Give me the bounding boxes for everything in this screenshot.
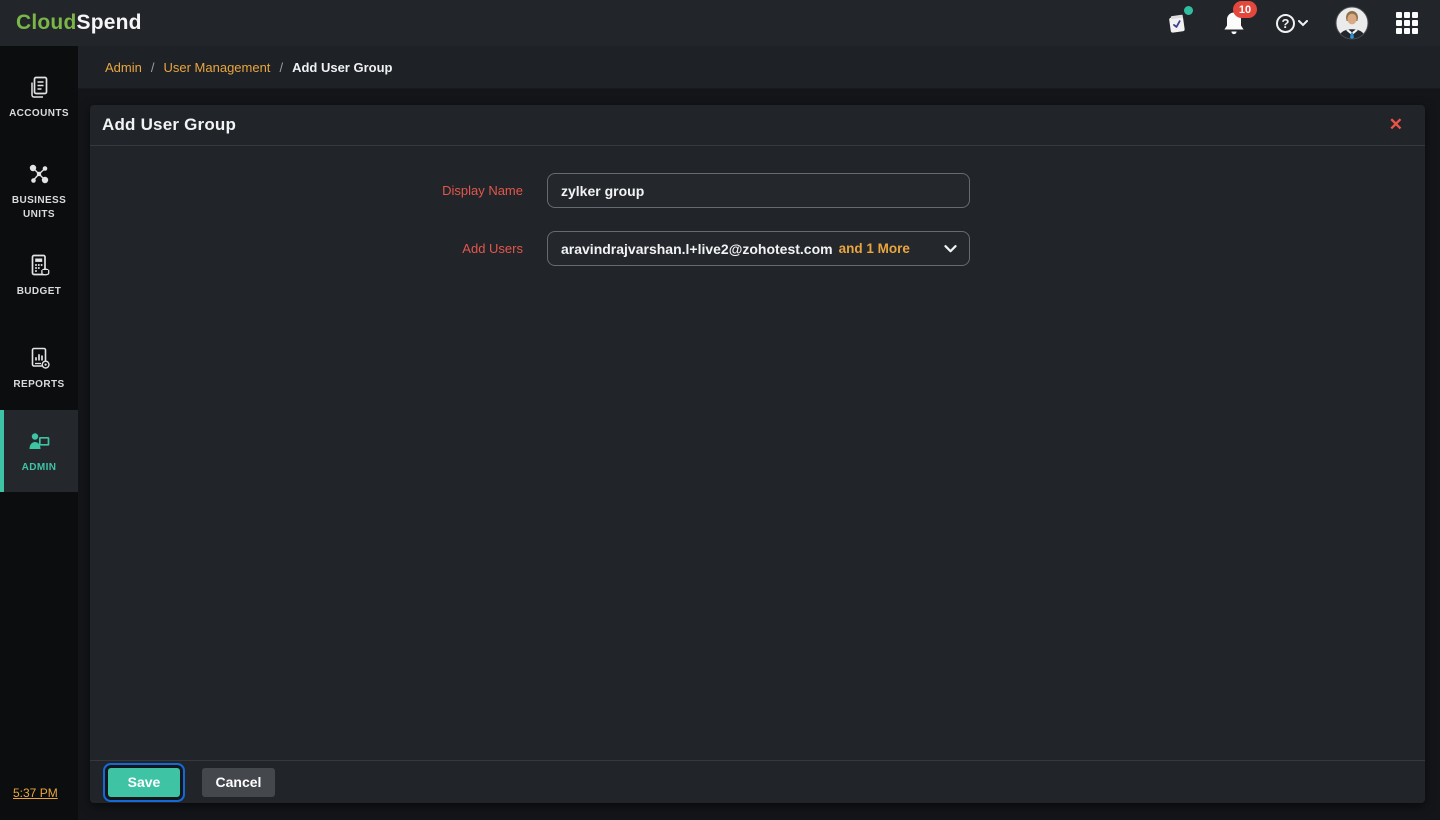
breadcrumb-separator: /	[279, 60, 283, 75]
add-users-row: Add Users aravindrajvarshan.l+live2@zoho…	[90, 231, 1425, 266]
sidebar-item-reports[interactable]: REPORTS	[0, 339, 78, 398]
help-button[interactable]: ?	[1276, 8, 1308, 38]
add-users-label: Add Users	[90, 241, 523, 256]
add-user-group-form: Display Name Add Users aravindrajvarshan…	[90, 146, 1425, 266]
display-name-input[interactable]	[547, 173, 970, 208]
sidebar-item-admin[interactable]: ADMIN	[0, 410, 78, 492]
accounts-icon	[26, 74, 52, 100]
user-avatar-image	[1335, 6, 1369, 40]
panel-title: Add User Group	[102, 115, 236, 135]
breadcrumb: Admin / User Management / Add User Group	[78, 46, 1440, 89]
sidebar-item-label: ADMIN	[22, 461, 57, 475]
logo-part-cloud: Cloud	[16, 11, 76, 34]
sidebar: ACCOUNTS BUSINESS UNITS BUDGET	[0, 46, 78, 820]
notification-badge: 10	[1233, 1, 1257, 18]
timestamp-link[interactable]: 5:37 PM	[13, 786, 58, 800]
add-users-value: aravindrajvarshan.l+live2@zohotest.com	[561, 241, 833, 257]
notifications-button[interactable]: 10	[1219, 8, 1249, 38]
topbar-actions: 10 ?	[1162, 6, 1418, 40]
reports-icon	[26, 345, 52, 371]
add-users-select[interactable]: aravindrajvarshan.l+live2@zohotest.com a…	[547, 231, 970, 266]
breadcrumb-separator: /	[151, 60, 155, 75]
sidebar-item-budget[interactable]: BUDGET	[0, 246, 78, 305]
add-user-group-panel: Add User Group ✕ Display Name Add Users …	[90, 105, 1425, 803]
breadcrumb-admin[interactable]: Admin	[105, 60, 142, 75]
cancel-button[interactable]: Cancel	[202, 768, 275, 797]
sidebar-item-label: ACCOUNTS	[9, 107, 69, 121]
admin-icon	[26, 428, 52, 454]
tasks-button[interactable]	[1162, 8, 1192, 38]
display-name-row: Display Name	[90, 173, 1425, 208]
panel-footer: Save Cancel	[90, 760, 1425, 803]
select-chevron-down-icon	[944, 245, 957, 253]
cloudspend-logo[interactable]: CloudSpend	[16, 11, 142, 35]
tasks-icon	[1165, 11, 1189, 35]
sidebar-item-label: BUDGET	[17, 285, 62, 299]
sidebar-item-accounts[interactable]: ACCOUNTS	[0, 68, 78, 127]
close-icon[interactable]: ✕	[1389, 114, 1403, 136]
apps-grid-icon[interactable]	[1396, 12, 1418, 34]
sidebar-item-business-units[interactable]: BUSINESS UNITS	[0, 155, 78, 228]
topbar: CloudSpend 10 ?	[0, 0, 1440, 46]
panel-header: Add User Group ✕	[90, 105, 1425, 146]
tasks-status-dot	[1184, 6, 1193, 15]
business-units-icon	[26, 161, 52, 187]
avatar[interactable]	[1335, 6, 1369, 40]
sidebar-item-label: REPORTS	[13, 378, 64, 392]
display-name-label: Display Name	[90, 183, 523, 198]
breadcrumb-current: Add User Group	[292, 60, 392, 75]
help-icon: ?	[1276, 14, 1295, 33]
chevron-down-icon	[1298, 20, 1308, 27]
breadcrumb-user-management[interactable]: User Management	[163, 60, 270, 75]
main-content: Admin / User Management / Add User Group…	[78, 46, 1440, 820]
logo-part-spend: Spend	[76, 11, 141, 34]
add-users-more-count: and 1 More	[839, 241, 910, 256]
budget-icon	[26, 252, 52, 278]
save-button[interactable]: Save	[108, 768, 180, 797]
sidebar-item-label: BUSINESS UNITS	[10, 194, 68, 222]
